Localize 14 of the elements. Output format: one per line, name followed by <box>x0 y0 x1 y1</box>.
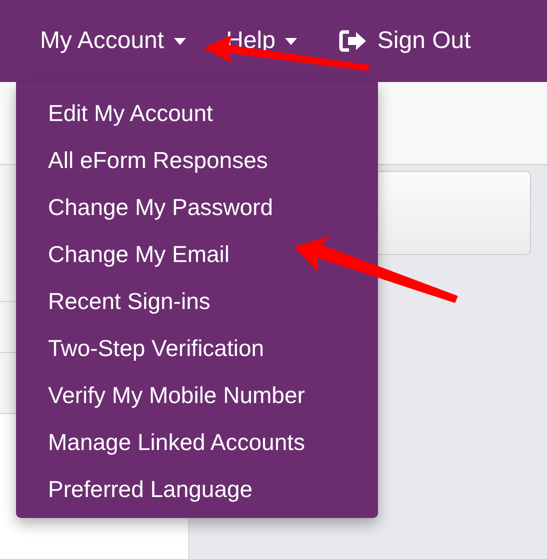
menu-item[interactable]: Preferred Language <box>16 466 253 513</box>
menu-item[interactable]: Change My Email <box>16 231 230 278</box>
menu-item[interactable]: Verify My Mobile Number <box>16 372 305 419</box>
menu-item[interactable]: Two-Step Verification <box>16 325 264 372</box>
caret-icon <box>285 38 298 44</box>
sign-out-link[interactable]: Sign Out <box>339 27 471 55</box>
menu-item[interactable]: Edit My Account <box>16 90 213 137</box>
caret-icon <box>174 38 186 44</box>
menu-item[interactable]: Change My Password <box>16 184 273 231</box>
menu-item[interactable]: All eForm Responses <box>16 137 268 184</box>
nav-menu-link[interactable]: My Account <box>40 27 186 55</box>
menu-item[interactable]: Recent Sign-ins <box>16 278 210 325</box>
menu-item[interactable]: Manage Linked Accounts <box>16 419 306 466</box>
sign-out-icon <box>339 30 368 52</box>
